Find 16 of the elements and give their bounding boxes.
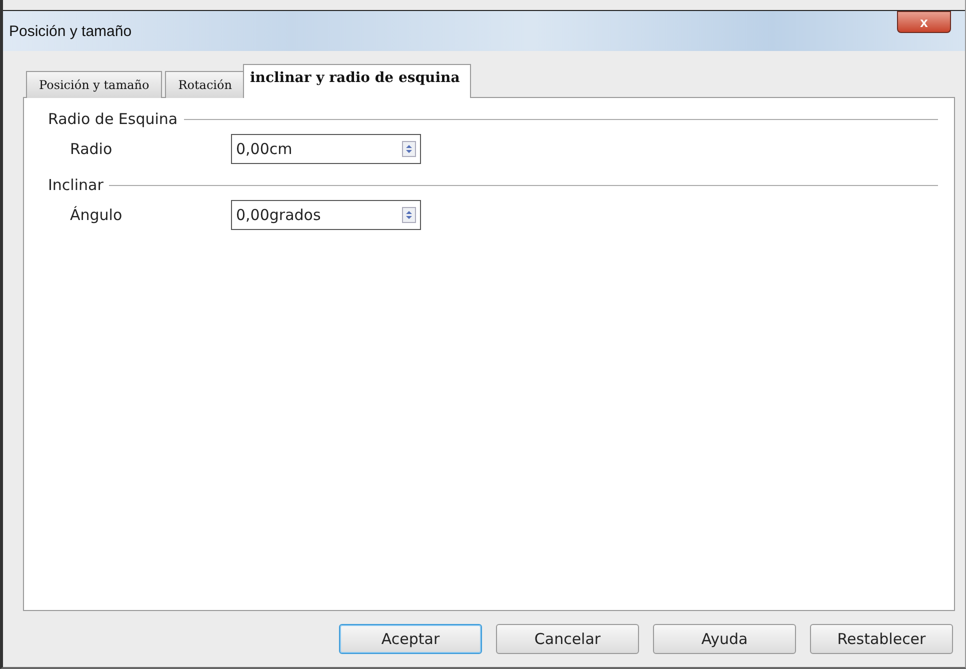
- field-label: Ángulo: [70, 206, 124, 224]
- tab[interactable]: Posición y tamaño: [26, 71, 162, 98]
- dialog-button[interactable]: Cancelar: [496, 624, 639, 654]
- field-label: Radio: [70, 140, 114, 158]
- dialog-button[interactable]: Aceptar: [339, 624, 482, 654]
- spin-arrows-icon[interactable]: [402, 141, 416, 157]
- section-heading: Inclinar: [48, 176, 104, 194]
- dialog-button[interactable]: Ayuda: [653, 624, 796, 654]
- tab[interactable]: Rotación: [165, 71, 245, 98]
- spin-field[interactable]: 0,00cm: [231, 134, 421, 164]
- tab[interactable]: inclinar y radio de esquina: [242, 64, 471, 98]
- window-title: Posición y tamaño: [9, 22, 132, 40]
- dialog-button[interactable]: Restablecer: [810, 624, 953, 654]
- spin-arrows-icon[interactable]: [402, 207, 416, 223]
- spin-field[interactable]: 0,00grados: [231, 200, 421, 230]
- section-heading: Radio de Esquina: [48, 110, 178, 128]
